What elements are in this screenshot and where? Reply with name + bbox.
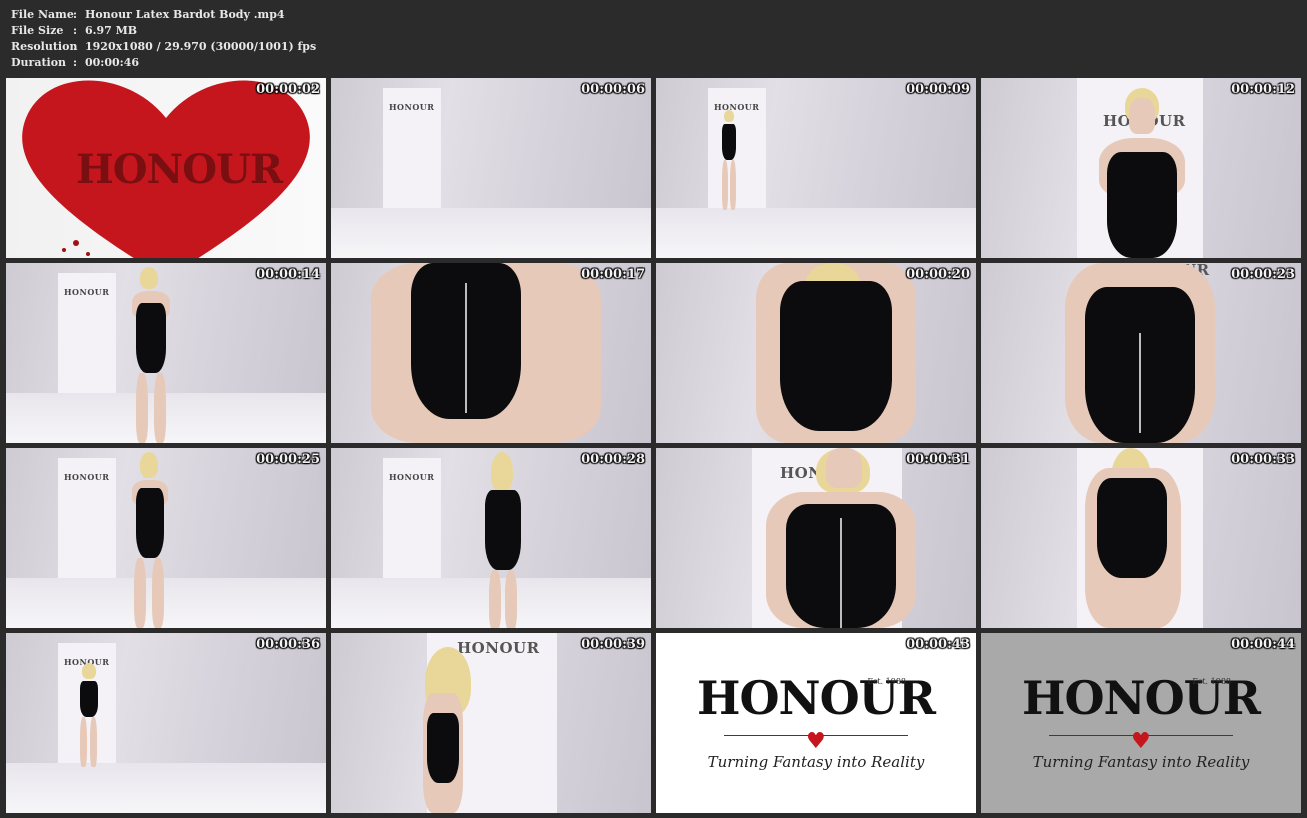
separator: : [73,56,78,69]
thumbnail[interactable]: HONOUR 00:00:02 [6,78,326,258]
heart-icon: ♥ [1131,729,1151,754]
timestamp: 00:00:43 [906,637,970,652]
brand-label: HONOUR [64,287,110,297]
timestamp: 00:00:02 [256,82,320,97]
thumbnail[interactable]: 00:00:17 [331,263,651,443]
resolution-label: Resolution [11,40,78,53]
thumbnail[interactable]: 00:00:33 [981,448,1301,628]
brand-est: Est. 1988 [867,677,906,686]
brand-est: Est. 1988 [1192,677,1231,686]
thumbnail[interactable]: HONOUR 00:00:25 [6,448,326,628]
timestamp: 00:00:12 [1231,82,1295,97]
thumbnail[interactable]: HONOUR 00:00:14 [6,263,326,443]
heart-icon: ♥ [806,729,826,754]
file-size-label: File Size [11,24,64,37]
duration-row: Duration:00:00:46 [11,55,139,71]
timestamp: 00:00:39 [581,637,645,652]
resolution-row: Resolution: 1920x1080 / 29.970 (30000/100… [11,39,316,55]
timestamp: 00:00:17 [581,267,645,282]
timestamp: 00:00:09 [906,82,970,97]
thumbnail[interactable]: HONOUR Est. 1988 ♥ Turning Fantasy into … [656,633,976,813]
thumbnail[interactable]: HONOUR 00:00:12 [981,78,1301,258]
timestamp: 00:00:31 [906,452,970,467]
resolution-value: 1920x1080 / 29.970 (30000/1001) fps [85,40,317,53]
timestamp: 00:00:44 [1231,637,1295,652]
file-name-value: Honour Latex Bardot Body .mp4 [85,8,285,21]
timestamp: 00:00:14 [256,267,320,282]
file-info-header: File Name: Honour Latex Bardot Body .mp4 … [0,0,1307,76]
thumbnail[interactable]: HONOUR 00:00:23 [981,263,1301,443]
heart-logo-text: HONOUR [76,146,283,193]
file-name-label: File Name [11,8,74,21]
brand-logo: HONOUR [1022,671,1261,725]
brand-label: HONOUR [457,639,540,657]
thumbnail[interactable]: HONOUR 00:00:28 [331,448,651,628]
timestamp: 00:00:23 [1231,267,1295,282]
brand-logo: HONOUR [697,671,936,725]
thumbnail[interactable]: HONOUR 00:00:36 [6,633,326,813]
brand-tagline: Turning Fantasy into Reality [707,753,925,771]
duration-label: Duration [11,56,67,69]
brand-label: HONOUR [64,472,110,482]
thumbnail[interactable]: HONOUR 00:00:09 [656,78,976,258]
thumbnail[interactable]: HONOUR Est. 1988 ♥ Turning Fantasy into … [981,633,1301,813]
file-size-row: File Size:6.97 MB [11,23,137,39]
timestamp: 00:00:33 [1231,452,1295,467]
timestamp: 00:00:28 [581,452,645,467]
brand-label: HONOUR [714,102,760,112]
duration-value: 00:00:46 [85,56,140,69]
thumbnail[interactable]: HONOUR 00:00:06 [331,78,651,258]
thumbnail-grid: HONOUR 00:00:02 HONOUR 00:00:06 HONOUR 0… [6,78,1303,813]
brand-label: HONOUR [389,102,435,112]
separator: : [73,24,78,37]
thumbnail[interactable]: HONOUR 00:00:31 [656,448,976,628]
timestamp: 00:00:25 [256,452,320,467]
timestamp: 00:00:20 [906,267,970,282]
separator: : [73,8,78,21]
file-name-row: File Name: Honour Latex Bardot Body .mp4 [11,7,285,23]
thumbnail[interactable]: HONOUR 00:00:39 [331,633,651,813]
separator: : [73,40,78,53]
brand-label: HONOUR [389,472,435,482]
file-size-value: 6.97 MB [85,24,138,37]
thumbnail[interactable]: 00:00:20 [656,263,976,443]
brand-tagline: Turning Fantasy into Reality [1032,753,1250,771]
timestamp: 00:00:06 [581,82,645,97]
timestamp: 00:00:36 [256,637,320,652]
